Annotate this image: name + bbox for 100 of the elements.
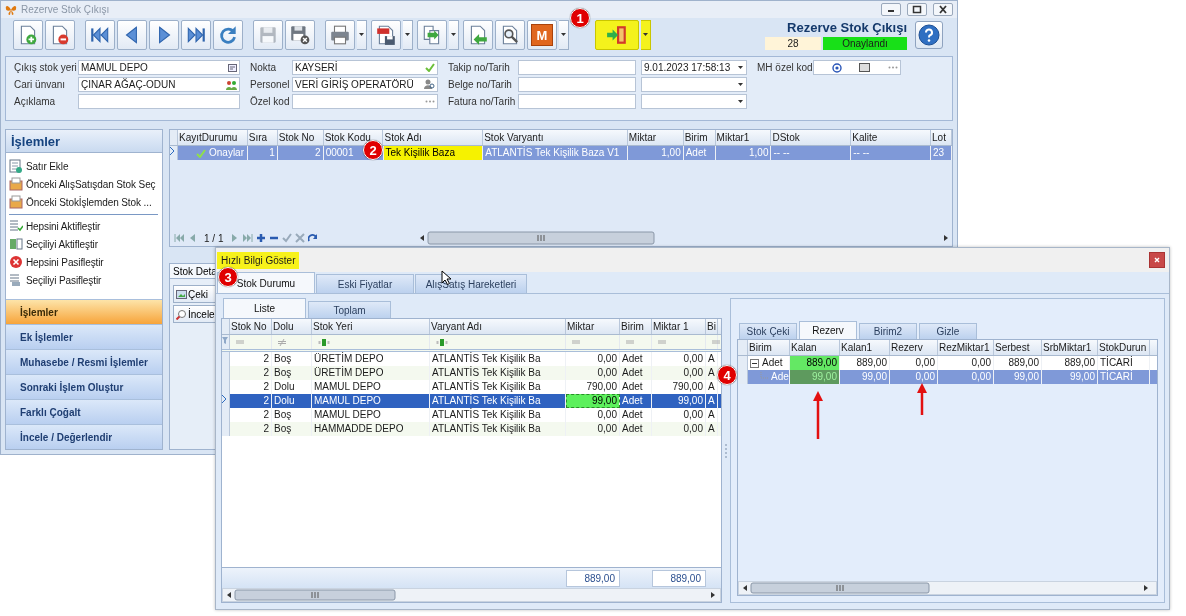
toolbar-button[interactable]: Çeki [173, 285, 217, 303]
navigation-button[interactable]: Farklı Çoğalt [6, 399, 162, 424]
tab[interactable]: Gizle [919, 323, 977, 339]
column-header[interactable]: Stok Yeri [312, 319, 430, 334]
tab[interactable]: Eski Fiyatlar [316, 274, 414, 293]
tab[interactable]: AlışSatış Hareketleri [415, 274, 527, 293]
tab[interactable]: Liste [223, 298, 306, 318]
dropdown-button[interactable] [641, 20, 651, 50]
next-record-button[interactable] [149, 20, 179, 50]
close-button[interactable] [933, 3, 953, 16]
action-link[interactable]: Seçiliyi Aktifleştir [26, 238, 98, 250]
action-link[interactable]: Satır Ekle [26, 160, 69, 172]
column-header[interactable]: Miktar [566, 319, 620, 334]
print-button[interactable] [325, 20, 355, 50]
date-field[interactable] [641, 77, 747, 92]
navigation-button[interactable]: Sonraki İşlem Oluştur [6, 374, 162, 399]
maximize-button[interactable] [907, 3, 927, 16]
inspect-button[interactable] [495, 20, 525, 50]
column-header[interactable]: Kalite [851, 130, 932, 145]
table-row[interactable]: 2 Dolu MAMUL DEPO ATLANTİS Tek Kişilik Ba 99,00 Adet 99,00 A [222, 394, 721, 408]
column-header[interactable]: Birim [748, 340, 790, 355]
input-field[interactable] [813, 60, 901, 75]
column-header[interactable]: Varyant Adı [430, 319, 566, 334]
column-header[interactable]: Birim [683, 130, 716, 145]
input-field[interactable] [518, 77, 636, 92]
column-header[interactable]: StokDurun [1098, 340, 1150, 355]
column-header[interactable]: SrbMiktar1 [1042, 340, 1098, 355]
column-header[interactable]: KayıtDurumu [178, 130, 248, 145]
action-link[interactable]: Hepsini Pasifleştir [26, 256, 104, 268]
dropdown-button[interactable] [449, 20, 459, 50]
table-row[interactable]: 2 Boş ÜRETİM DEPO ATLANTİS Tek Kişilik Ba 0,00 Adet 0,00 A [222, 366, 721, 380]
dropdown-button[interactable] [559, 20, 569, 50]
input-field[interactable] [518, 60, 636, 75]
input-field[interactable]: MAMUL DEPO [78, 60, 240, 75]
input-field[interactable] [78, 94, 240, 109]
navigation-button[interactable]: Ek İşlemler [6, 324, 162, 349]
import-button[interactable] [463, 20, 493, 50]
export-button[interactable] [417, 20, 447, 50]
column-header[interactable]: Sıra [247, 130, 278, 145]
table-row[interactable]: 2 Dolu MAMUL DEPO ATLANTİS Tek Kişilik Ba 790,00 Adet 790,00 A [222, 380, 721, 394]
dropdown-button[interactable] [403, 20, 413, 50]
previous-record-button[interactable] [117, 20, 147, 50]
help-button[interactable] [915, 21, 943, 49]
column-header[interactable]: Dolu [272, 319, 312, 334]
redo-icon[interactable] [308, 233, 319, 243]
column-header[interactable]: Stok Varyantı [483, 130, 628, 145]
column-header[interactable]: Birim [620, 319, 652, 334]
column-header[interactable]: Kalan1 [840, 340, 890, 355]
column-header[interactable]: Kalan [790, 340, 840, 355]
column-header[interactable]: RezMiktar1 [938, 340, 994, 355]
action-link[interactable]: Seçiliyi Pasifleştir [26, 274, 102, 286]
dropdown-button[interactable] [357, 20, 367, 50]
input-field[interactable]: KAYSERİ [292, 60, 438, 75]
column-header[interactable]: Miktar [627, 130, 684, 145]
input-field[interactable]: VERİ GİRİŞ OPERATÖRÜ [292, 77, 438, 92]
new-button[interactable] [13, 20, 43, 50]
column-header[interactable]: DStok [771, 130, 852, 145]
column-header[interactable]: Stok Adı [383, 130, 484, 145]
field-label: Çıkış stok yeri [14, 62, 78, 73]
navigation-button[interactable]: Muhasebe / Resmi İşlemler [6, 349, 162, 374]
minimize-button[interactable] [881, 3, 901, 16]
table-row[interactable]: 2 Boş HAMMADDE DEPO ATLANTİS Tek Kişilik Ba 0,00 Adet 0,00 A [222, 422, 721, 436]
exit-button[interactable] [595, 20, 639, 50]
tab[interactable]: Birim2 [859, 323, 917, 339]
input-field[interactable] [292, 94, 438, 109]
column-header[interactable]: Bi [706, 319, 718, 334]
delete-button[interactable] [45, 20, 75, 50]
first-record-button[interactable] [85, 20, 115, 50]
tab[interactable]: Toplam [308, 301, 391, 318]
column-header[interactable]: Serbest [994, 340, 1042, 355]
save-close-button[interactable] [285, 20, 315, 50]
row-indicator[interactable] [170, 146, 178, 160]
last-record-button[interactable] [181, 20, 211, 50]
table-row[interactable]: 2 Boş MAMUL DEPO ATLANTİS Tek Kişilik Ba 0,00 Adet 0,00 A [222, 408, 721, 422]
column-header[interactable]: Miktar 1 [652, 319, 706, 334]
date-field[interactable] [641, 94, 747, 109]
status-label: Onaylandı [823, 37, 907, 50]
input-field[interactable] [518, 94, 636, 109]
date-field[interactable]: 9.01.2023 17:58:13 [641, 60, 747, 75]
column-header[interactable]: Rezerv [890, 340, 938, 355]
column-header[interactable]: Stok No [277, 130, 324, 145]
table-row[interactable]: 2 Boş ÜRETİM DEPO ATLANTİS Tek Kişilik Ba 0,00 Adet 0,00 A [222, 352, 721, 366]
pdf-button[interactable] [371, 20, 401, 50]
column-header[interactable]: Lot [931, 130, 952, 145]
column-header[interactable]: Miktar1 [715, 130, 772, 145]
navigation-button[interactable]: İşlemler [6, 299, 162, 324]
check-icon[interactable] [282, 233, 293, 243]
navigation-button[interactable]: İncele / Değerlendir [6, 424, 162, 449]
input-field[interactable]: ÇINAR AĞAÇ-ODUN [78, 77, 240, 92]
column-header[interactable]: Stok No [230, 319, 272, 334]
action-link[interactable]: Önceki Stokİşlemden Stok ... [26, 196, 152, 208]
action-link[interactable]: Hepsini Aktifleştir [26, 220, 101, 232]
close-button[interactable] [1149, 252, 1165, 268]
toolbar-button[interactable]: İncele [173, 305, 217, 323]
action-link[interactable]: Önceki AlışSatışdan Stok Seç [26, 178, 156, 190]
refresh-button[interactable] [213, 20, 243, 50]
collapse-icon[interactable] [750, 358, 759, 368]
tab[interactable]: Rezerv [799, 321, 857, 339]
tab[interactable]: Stok Çeki [739, 323, 797, 339]
plus-icon[interactable] [256, 233, 267, 243]
